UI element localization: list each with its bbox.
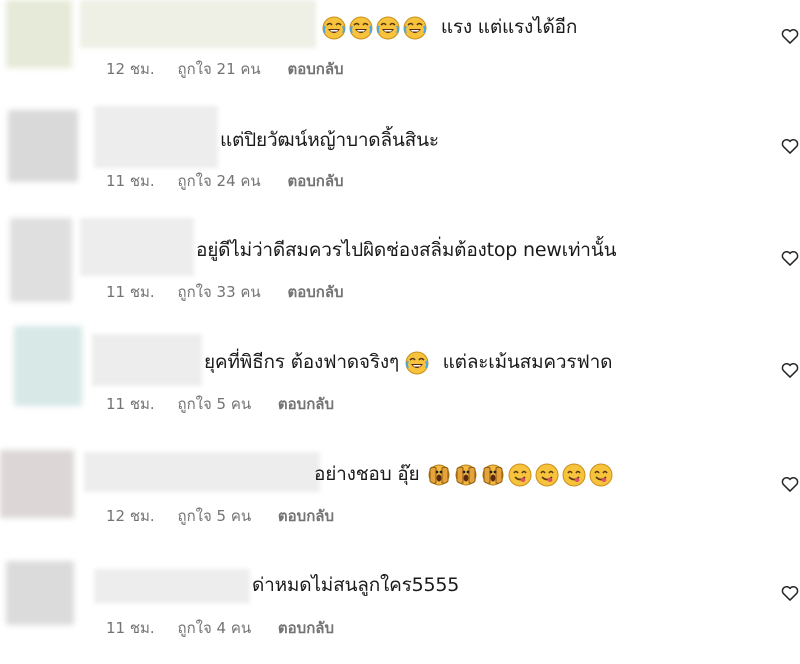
reply-button[interactable]: ตอบกลับ [287,59,343,79]
heart-outline-icon[interactable] [780,583,800,603]
like-count[interactable]: ถูกใจ 33 คน [177,282,260,302]
comment-text: แต่ปิยวัฒน์หญ้าบาดลิ้นสินะ [220,129,439,151]
reply-button[interactable]: ตอบกลับ [287,171,343,191]
comment-item: ด่าหมดไม่สนลูกใคร5555 11 ชม. ถูกใจ 4 คน … [0,545,800,664]
reply-button[interactable]: ตอบกลับ [278,394,334,414]
tears-of-joy-emoji [322,16,346,40]
comment-meta: 11 ชม. ถูกใจ 4 คน ตอบกลับ [106,618,334,638]
comment-item: อยู่ดีไม่ว่าดีสมควรไปผิดช่องสลิ่มต้องtop… [0,210,800,320]
like-count[interactable]: ถูกใจ 4 คน [177,618,251,638]
comment-item: แรง แต่แรงได้อีก 12 ชม. ถูกใจ 21 คน ตอบก… [0,0,800,100]
comment-time[interactable]: 12 ชม. [106,59,155,79]
like-count[interactable]: ถูกใจ 5 คน [177,506,251,526]
comment-text: แรง แต่แรงได้อีก [322,13,577,41]
comment-time[interactable]: 11 ชม. [106,171,155,191]
username-redacted[interactable] [80,0,316,48]
tears-of-joy-emoji [405,351,429,375]
comment-item: ยุคที่พิธีกร ต้องฟาดจริงๆ แต่ละเม้นสมควร… [0,320,800,430]
heart-outline-icon[interactable] [780,136,800,156]
like-count[interactable]: ถูกใจ 5 คน [177,394,251,414]
comment-meta: 11 ชม. ถูกใจ 24 คน ตอบกลับ [106,171,344,191]
avatar[interactable] [8,110,78,182]
like-count[interactable]: ถูกใจ 24 คน [177,171,260,191]
screaming-face-emoji [427,463,451,487]
yum-face-emoji [535,463,559,487]
emoji-group [427,463,613,487]
username-redacted[interactable] [84,452,320,492]
comment-meta: 11 ชม. ถูกใจ 33 คน ตอบกลับ [106,282,344,302]
comment-meta: 11 ชม. ถูกใจ 5 คน ตอบกลับ [106,394,334,414]
reply-button[interactable]: ตอบกลับ [278,506,334,526]
comment-time[interactable]: 11 ชม. [106,618,155,638]
comment-item: แต่ปิยวัฒน์หญ้าบาดลิ้นสินะ 11 ชม. ถูกใจ … [0,100,800,210]
avatar[interactable] [14,326,82,406]
comment-text: อยู่ดีไม่ว่าดีสมควรไปผิดช่องสลิ่มต้องtop… [196,239,617,261]
yum-face-emoji [508,463,532,487]
avatar[interactable] [10,218,72,302]
yum-face-emoji [589,463,613,487]
comment-text-prefix: ยุคที่พิธีกร ต้องฟาดจริงๆ [204,351,399,373]
username-redacted[interactable] [94,569,250,603]
comment-text-prefix: อย่างชอบ อุ๊ย [314,463,420,485]
tears-of-joy-emoji [403,16,427,40]
comment-text: อย่างชอบ อุ๊ย [314,460,613,488]
reply-button[interactable]: ตอบกลับ [287,282,343,302]
tears-of-joy-emoji [376,16,400,40]
heart-outline-icon[interactable] [780,360,800,380]
comment-time[interactable]: 12 ชม. [106,506,155,526]
username-redacted[interactable] [92,334,202,386]
comment-time[interactable]: 11 ชม. [106,394,155,414]
reply-button[interactable]: ตอบกลับ [278,618,334,638]
heart-outline-icon[interactable] [780,26,800,46]
yum-face-emoji [562,463,586,487]
avatar[interactable] [0,450,74,518]
heart-outline-icon[interactable] [780,474,800,494]
screaming-face-emoji [481,463,505,487]
comment-text-suffix: แรง แต่แรงได้อีก [440,16,578,38]
like-count[interactable]: ถูกใจ 21 คน [177,59,260,79]
comment-meta: 12 ชม. ถูกใจ 21 คน ตอบกลับ [106,59,344,79]
emoji-group [322,16,427,40]
username-redacted[interactable] [80,218,194,276]
comment-text: ด่าหมดไม่สนลูกใคร5555 [252,574,460,596]
comment-time[interactable]: 11 ชม. [106,282,155,302]
comment-meta: 12 ชม. ถูกใจ 5 คน ตอบกลับ [106,506,334,526]
avatar[interactable] [6,0,72,68]
heart-outline-icon[interactable] [780,248,800,268]
comment-text: ยุคที่พิธีกร ต้องฟาดจริงๆ แต่ละเม้นสมควร… [204,348,612,376]
username-redacted[interactable] [94,106,218,168]
comment-text-suffix: แต่ละเม้นสมควรฟาด [442,351,613,373]
avatar[interactable] [6,561,74,625]
screaming-face-emoji [454,463,478,487]
tears-of-joy-emoji [349,16,373,40]
comment-item: อย่างชอบ อุ๊ย 12 ชม. ถูกใจ 5 คน ตอบกลับ [0,430,800,545]
